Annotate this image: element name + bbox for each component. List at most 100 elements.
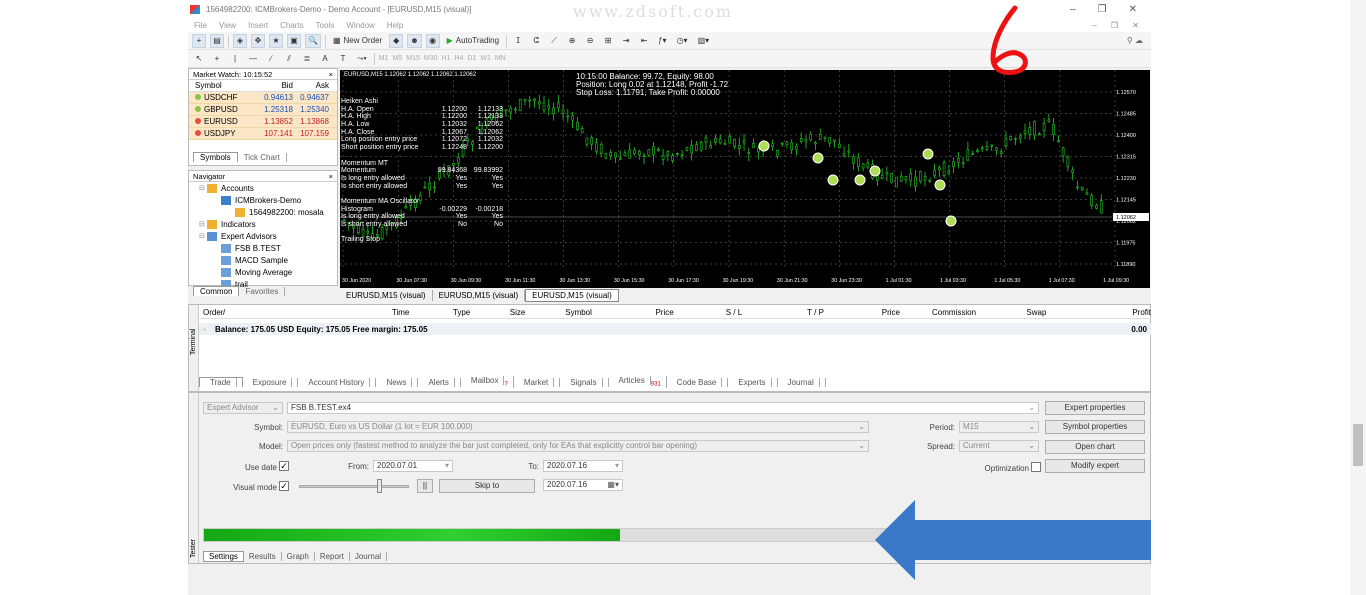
tab-symbols[interactable]: Symbols — [193, 152, 238, 162]
scrollbar-thumb[interactable] — [1353, 424, 1363, 466]
tf-mn[interactable]: MN — [495, 55, 506, 62]
templates-icon[interactable]: ▧▾ — [695, 34, 713, 48]
modify-expert-button[interactable]: Modify expert — [1045, 459, 1145, 473]
navigator-item[interactable]: 1564982200: mosala — [195, 206, 337, 218]
navigator-item[interactable]: MACD Sample — [195, 254, 337, 266]
col-price2[interactable]: Price — [824, 308, 900, 317]
page-scrollbar[interactable] — [1350, 0, 1366, 595]
tf-w1[interactable]: W1 — [480, 55, 491, 62]
terminal-tab[interactable]: News — [376, 377, 419, 387]
navigator-item[interactable]: Moving Average — [195, 266, 337, 278]
vertical-line-icon[interactable]: | — [228, 52, 242, 66]
tab-tick-chart[interactable]: Tick Chart — [238, 152, 287, 162]
auto-trading-button[interactable]: ▶ AutoTrading — [444, 34, 502, 48]
menu-view[interactable]: View — [219, 21, 236, 30]
terminal-tab[interactable]: Journal — [778, 377, 826, 387]
tf-m15[interactable]: M15 — [406, 55, 420, 62]
skip-to-button[interactable]: Skip to — [439, 479, 535, 493]
model-select[interactable]: Open prices only (fastest method to anal… — [287, 440, 869, 452]
tf-m30[interactable]: M30 — [424, 55, 438, 62]
community-icon[interactable]: ☻ — [407, 33, 422, 48]
search-icon[interactable]: ⚲ ☁ — [1127, 36, 1143, 45]
spread-select[interactable]: Current ⌄ — [959, 440, 1039, 452]
col-symbol[interactable]: Symbol — [525, 308, 592, 317]
horizontal-line-icon[interactable]: — — [246, 52, 260, 66]
minimize-button[interactable]: – — [1070, 4, 1076, 15]
col-profit[interactable]: Profit — [1046, 308, 1151, 317]
terminal-tab[interactable]: Exposure — [243, 377, 299, 387]
tf-h4[interactable]: H4 — [454, 55, 463, 62]
menu-help[interactable]: Help — [387, 21, 403, 30]
tester-tab[interactable]: Settings — [203, 550, 244, 562]
expert-properties-button[interactable]: Expert properties — [1045, 401, 1145, 415]
new-order-button[interactable]: ▦ New Order — [330, 34, 385, 48]
navigator-icon[interactable]: ★ — [269, 33, 283, 48]
tile-windows-icon[interactable]: ⊞ — [601, 34, 615, 48]
navigator-item[interactable]: ⊟ Accounts — [195, 182, 337, 194]
tf-d1[interactable]: D1 — [467, 55, 476, 62]
menu-insert[interactable]: Insert — [248, 21, 268, 30]
col-size[interactable]: Size — [470, 308, 526, 317]
navigator-item[interactable]: ⊟ Indicators — [195, 218, 337, 230]
zoom-in-icon[interactable]: ⊕ — [565, 34, 579, 48]
arrows-icon[interactable]: ⤳▾ — [354, 52, 370, 66]
from-date[interactable]: 2020.07.01 ▾ — [373, 460, 453, 472]
navigator-item[interactable]: ⊟ Expert Advisors — [195, 230, 337, 242]
tester-icon[interactable]: 🔍 — [305, 33, 321, 48]
open-chart-button[interactable]: Open chart — [1045, 440, 1145, 454]
col-commission[interactable]: Commission — [900, 308, 976, 317]
tester-tab[interactable]: Results — [244, 551, 282, 561]
slider-thumb[interactable] — [377, 479, 382, 493]
line-chart-icon[interactable]: ⟋ — [547, 34, 561, 48]
col-symbol[interactable]: Symbol — [189, 81, 251, 90]
data-window-icon[interactable]: ✥ — [251, 33, 265, 48]
symbol-properties-button[interactable]: Symbol properties — [1045, 420, 1145, 434]
market-watch-row[interactable]: EURUSD 1.13852 1.13868 — [189, 116, 337, 128]
terminal-tab[interactable]: Trade — [199, 377, 243, 387]
metaeditor-icon[interactable]: ◆ — [389, 33, 404, 48]
col-type[interactable]: Type — [409, 308, 470, 317]
tab-common[interactable]: Common — [193, 286, 240, 296]
tester-tab[interactable]: Journal — [350, 551, 388, 561]
terminal-tab[interactable]: Alerts — [418, 377, 461, 387]
restore-button[interactable]: ❐ — [1098, 4, 1107, 15]
col-price[interactable]: Price — [592, 308, 673, 317]
pause-button[interactable]: || — [417, 479, 433, 493]
market-watch-row[interactable]: GBPUSD 1.25318 1.25340 — [189, 104, 337, 116]
market-watch-icon[interactable]: ◈ — [233, 33, 247, 48]
terminal-icon[interactable]: ▣ — [287, 33, 301, 48]
use-date-checkbox[interactable]: ✓ — [279, 461, 289, 471]
tf-h1[interactable]: H1 — [441, 55, 450, 62]
new-chart-icon[interactable]: + — [192, 33, 206, 48]
market-watch-row[interactable]: USDCHF 0.94613 0.94637 — [189, 92, 337, 104]
menu-charts[interactable]: Charts — [280, 21, 304, 30]
zoom-out-icon[interactable]: ⊖ — [583, 34, 597, 48]
visual-mode-checkbox[interactable]: ✓ — [279, 481, 289, 491]
text-label-icon[interactable]: T — [336, 52, 350, 66]
market-watch-close-icon[interactable]: × — [329, 70, 333, 79]
text-icon[interactable]: A — [318, 52, 332, 66]
terminal-tab[interactable]: Code Base — [667, 377, 729, 387]
tf-m5[interactable]: M5 — [393, 55, 403, 62]
tester-tab[interactable]: Graph — [282, 551, 315, 561]
crosshair-icon[interactable]: + — [210, 52, 224, 66]
terminal-tab[interactable]: Experts — [728, 377, 778, 387]
menu-file[interactable]: File — [194, 21, 207, 30]
visual-speed-slider[interactable] — [299, 485, 409, 488]
col-order[interactable]: Order — [199, 308, 223, 317]
tester-tab[interactable]: Report — [315, 551, 350, 561]
bar-chart-icon[interactable]: ⵊ — [511, 34, 525, 48]
chart-tab[interactable]: EURUSD,M15 (visual) — [340, 289, 433, 301]
col-time[interactable]: Time — [234, 308, 409, 317]
col-swap[interactable]: Swap — [976, 308, 1046, 317]
indicators-icon[interactable]: ƒ▾ — [655, 34, 669, 48]
chart-tab[interactable]: EURUSD,M15 (visual) — [433, 289, 526, 301]
terminal-tab[interactable]: Account History — [298, 377, 377, 387]
expert-select[interactable]: FSB B.TEST.ex4 ⌄ — [287, 402, 1039, 414]
tf-m1[interactable]: M1 — [379, 55, 389, 62]
optimization-checkbox[interactable] — [1031, 462, 1041, 472]
channel-icon[interactable]: ⫽ — [282, 52, 296, 66]
market-watch-row[interactable]: USDJPY 107.141 107.159 — [189, 128, 337, 140]
terminal-tab[interactable]: Articles 931 — [609, 376, 667, 388]
skip-to-date[interactable]: 2020.07.16 ▦▾ — [543, 479, 623, 491]
